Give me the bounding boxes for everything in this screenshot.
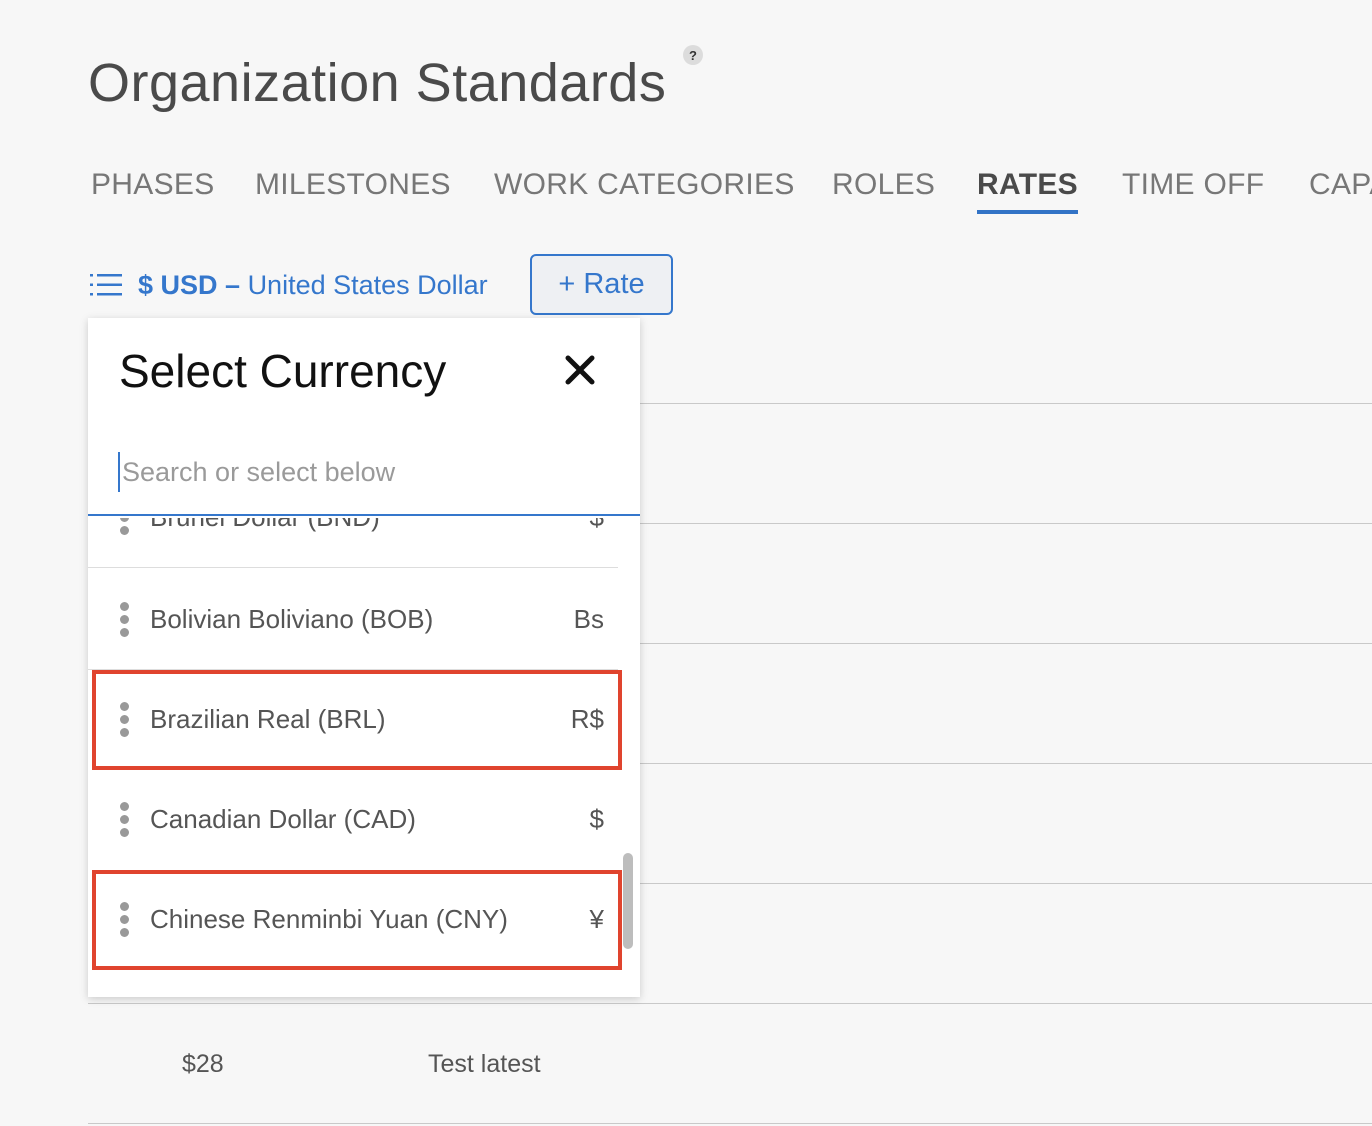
tab-roles[interactable]: ROLES (832, 168, 935, 210)
currency-item-name: Chinese Renminbi Yuan (CNY) (150, 904, 508, 934)
rate-description: Test latest (428, 1050, 541, 1078)
currency-item-symbol: $ (590, 518, 604, 533)
row-divider (640, 643, 1372, 644)
page-title: Organization Standards (88, 53, 667, 113)
page: Organization Standards ? PHASES MILESTON… (0, 0, 1372, 1126)
close-icon[interactable] (562, 352, 598, 388)
currency-item-bob[interactable]: Bolivian Boliviano (BOB) Bs (88, 570, 618, 670)
currency-selector[interactable]: $ USD – United States Dollar (138, 270, 488, 301)
currency-item-cad[interactable]: Canadian Dollar (CAD) $ (88, 770, 618, 870)
drag-handle-icon[interactable] (120, 802, 130, 838)
tab-phases[interactable]: PHASES (91, 168, 215, 210)
search-field (88, 436, 640, 516)
add-rate-button[interactable]: + Rate (530, 254, 673, 315)
currency-item-symbol: ¥ (589, 904, 604, 934)
dropdown-title: Select Currency (119, 345, 447, 397)
currency-item-symbol: R$ (570, 704, 604, 734)
currency-item-name: Canadian Dollar (CAD) (150, 804, 416, 834)
row-divider (640, 883, 1372, 884)
tab-work-categories[interactable]: WORK CATEGORIES (494, 168, 795, 210)
currency-search-input[interactable] (118, 452, 618, 492)
row-divider (88, 1003, 1372, 1004)
list-icon[interactable] (90, 272, 122, 298)
dropdown-scrollbar[interactable] (623, 853, 633, 949)
tab-time-off[interactable]: TIME OFF (1122, 168, 1264, 210)
drag-handle-icon[interactable] (120, 702, 130, 738)
drag-handle-icon[interactable] (120, 518, 130, 536)
row-divider (88, 1123, 1372, 1124)
tab-milestones[interactable]: MILESTONES (255, 168, 451, 210)
tab-rates[interactable]: RATES (977, 168, 1078, 214)
drag-handle-icon[interactable] (120, 902, 130, 938)
rate-value: $28 (182, 1050, 224, 1078)
currency-name: United States Dollar (247, 270, 488, 300)
row-divider (640, 523, 1372, 524)
currency-item-symbol: Bs (573, 604, 604, 634)
currency-item-name: Brazilian Real (BRL) (150, 704, 386, 734)
row-divider (640, 403, 1372, 404)
tab-capacity[interactable]: CAPACITY (1309, 168, 1372, 210)
currency-item-cny[interactable]: Chinese Renminbi Yuan (CNY) ¥ (88, 870, 618, 970)
row-divider (640, 763, 1372, 764)
help-icon[interactable]: ? (683, 45, 703, 65)
currency-item-symbol: $ (589, 804, 604, 834)
currency-separator: – (217, 270, 248, 300)
currency-code: $ USD (138, 270, 218, 300)
drag-handle-icon[interactable] (120, 602, 130, 638)
currency-list[interactable]: Brunei Dollar (BND) $ Bolivian Boliviano… (88, 518, 640, 997)
currency-item-bnd[interactable]: Brunei Dollar (BND) $ (88, 518, 618, 568)
select-currency-dropdown: Select Currency Brunei Dollar (BND) $ Bo… (88, 318, 640, 997)
currency-item-name: Brunei Dollar (BND) (150, 518, 380, 533)
currency-item-name: Bolivian Boliviano (BOB) (150, 604, 434, 634)
currency-item-brl[interactable]: Brazilian Real (BRL) R$ (88, 670, 618, 770)
